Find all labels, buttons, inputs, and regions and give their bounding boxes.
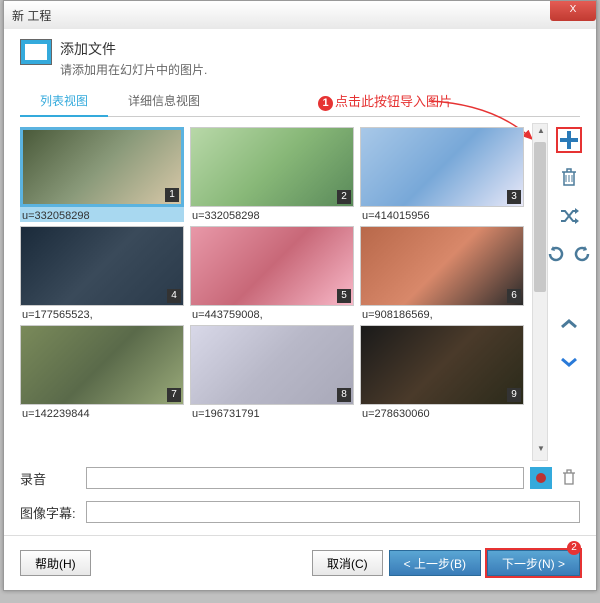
rotate-right-icon [572, 244, 592, 264]
sidebar-tools [548, 123, 584, 461]
thumbnail-grid-wrap: 1 u=332058298 2 u=332058298 3 u=41401595… [16, 123, 532, 461]
tab-detail-view[interactable]: 详细信息视图 [108, 86, 220, 116]
scrollbar[interactable]: ▲ ▼ [532, 123, 548, 461]
header-subtitle: 请添加用在幻灯片中的图片. [60, 61, 580, 78]
thumbnail-label: u=908186569, [360, 306, 524, 321]
thumbnail-image: 9 [360, 325, 524, 405]
subtitle-row: 图像字幕: [4, 495, 596, 529]
shuffle-icon [559, 206, 579, 226]
header: 添加文件 请添加用在幻灯片中的图片. [4, 29, 596, 86]
tabs: 列表视图 详细信息视图 [20, 86, 580, 117]
shuffle-button[interactable] [556, 203, 582, 229]
trash-icon [561, 469, 577, 487]
thumbnail-image: 7 [20, 325, 184, 405]
recording-row: 录音 [4, 461, 596, 495]
thumbnail-item[interactable]: 8 u=196731791 [190, 325, 354, 420]
header-title: 添加文件 [60, 39, 580, 59]
thumbnail-badge: 3 [507, 190, 521, 204]
thumbnail-image: 8 [190, 325, 354, 405]
thumbnail-badge: 4 [167, 289, 181, 303]
thumbnail-image: 6 [360, 226, 524, 306]
window-title: 新 工程 [12, 7, 550, 24]
thumbnail-label: u=142239844 [20, 405, 184, 420]
close-button[interactable]: X [550, 1, 596, 21]
record-icon [536, 473, 546, 483]
thumbnail-item[interactable]: 4 u=177565523, [20, 226, 184, 321]
record-button[interactable] [530, 467, 552, 489]
footer: 帮助(H) 取消(C) < 上一步(B) 下一步(N) > 2 [4, 535, 596, 590]
thumbnail-item[interactable]: 5 u=443759008, [190, 226, 354, 321]
thumbnail-item[interactable]: 9 u=278630060 [360, 325, 524, 420]
help-button[interactable]: 帮助(H) [20, 550, 91, 576]
monitor-icon [20, 39, 52, 65]
thumbnail-grid: 1 u=332058298 2 u=332058298 3 u=41401595… [16, 123, 528, 424]
rotate-left-button[interactable] [545, 241, 567, 267]
thumbnail-item[interactable]: 1 u=332058298 [20, 127, 184, 222]
thumbnail-image: 3 [360, 127, 524, 207]
thumbnail-badge: 1 [165, 188, 179, 202]
recording-label: 录音 [20, 469, 80, 488]
thumbnail-label: u=196731791 [190, 405, 354, 420]
scroll-down-arrow[interactable]: ▼ [534, 444, 548, 458]
move-up-button[interactable] [556, 311, 582, 337]
cancel-button[interactable]: 取消(C) [312, 550, 383, 576]
thumbnail-image: 5 [190, 226, 354, 306]
thumbnail-label: u=332058298 [20, 207, 184, 222]
trash-icon [560, 168, 578, 188]
tab-list-view[interactable]: 列表视图 [20, 86, 108, 117]
rotate-left-icon [546, 244, 566, 264]
thumbnail-item[interactable]: 6 u=908186569, [360, 226, 524, 321]
prev-button[interactable]: < 上一步(B) [389, 550, 481, 576]
content-area: 1 u=332058298 2 u=332058298 3 u=41401595… [16, 123, 584, 461]
thumbnail-image: 2 [190, 127, 354, 207]
thumbnail-label: u=177565523, [20, 306, 184, 321]
delete-recording-button[interactable] [558, 467, 580, 489]
subtitle-label: 图像字幕: [20, 503, 80, 522]
chevron-up-icon [560, 318, 578, 330]
next-button[interactable]: 下一步(N) > 2 [487, 550, 580, 576]
thumbnail-item[interactable]: 2 u=332058298 [190, 127, 354, 222]
thumbnail-label: u=414015956 [360, 207, 524, 222]
thumbnail-image: 1 [20, 127, 184, 207]
annotation-badge-2: 2 [567, 541, 581, 555]
thumbnail-badge: 8 [337, 388, 351, 402]
plus-icon [558, 129, 580, 151]
move-down-button[interactable] [556, 349, 582, 375]
thumbnail-item[interactable]: 7 u=142239844 [20, 325, 184, 420]
rotate-right-button[interactable] [571, 241, 593, 267]
thumbnail-label: u=443759008, [190, 306, 354, 321]
annotation-badge-1: 1 [318, 96, 333, 111]
annotation-1: 1点击此按钮导入图片 [318, 91, 452, 111]
thumbnail-item[interactable]: 3 u=414015956 [360, 127, 524, 222]
thumbnail-badge: 7 [167, 388, 181, 402]
titlebar: 新 工程 X [4, 1, 596, 29]
thumbnail-badge: 9 [507, 388, 521, 402]
scroll-up-arrow[interactable]: ▲ [534, 126, 548, 140]
delete-button[interactable] [556, 165, 582, 191]
dialog-window: 新 工程 X 添加文件 请添加用在幻灯片中的图片. 1点击此按钮导入图片 列表视… [3, 0, 597, 591]
recording-input[interactable] [86, 467, 524, 489]
thumbnail-badge: 5 [337, 289, 351, 303]
thumbnail-badge: 2 [337, 190, 351, 204]
thumbnail-image: 4 [20, 226, 184, 306]
subtitle-input[interactable] [86, 501, 580, 523]
chevron-down-icon [560, 356, 578, 368]
thumbnail-label: u=278630060 [360, 405, 524, 420]
thumbnail-label: u=332058298 [190, 207, 354, 222]
add-button[interactable] [556, 127, 582, 153]
scrollbar-thumb[interactable] [534, 142, 546, 292]
thumbnail-badge: 6 [507, 289, 521, 303]
